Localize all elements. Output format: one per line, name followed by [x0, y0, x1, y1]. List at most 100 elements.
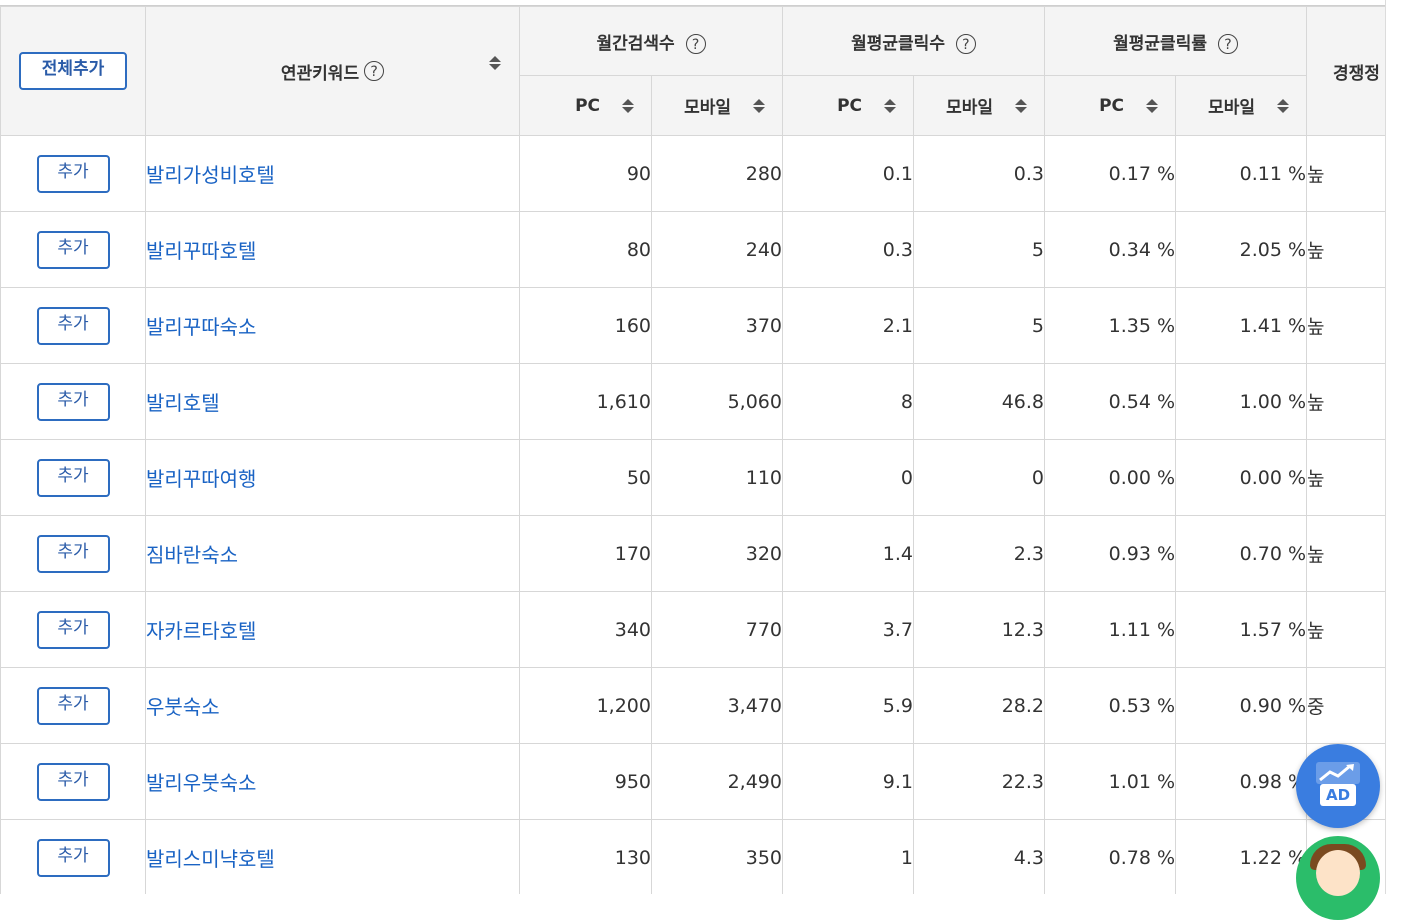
monthly-search-header: 월간검색수 ? [519, 6, 783, 76]
keyword-cell: 발리우붓숙소 [145, 743, 520, 820]
add-keyword-button[interactable]: 추가 [36, 686, 110, 725]
search-pc-cell: 340 [519, 591, 652, 668]
ctr-mobile-cell: 0.98 % [1175, 743, 1308, 820]
keyword-link[interactable]: 발리꾸따숙소 [146, 315, 256, 339]
sort-icon[interactable] [622, 97, 634, 115]
search-mobile-cell: 350 [651, 819, 783, 894]
add-keyword-button[interactable]: 추가 [36, 382, 110, 421]
click-mobile-cell: 0 [912, 439, 1046, 516]
add-keyword-button[interactable]: 추가 [36, 762, 110, 801]
add-cell: 추가 [0, 515, 146, 592]
keyword-link[interactable]: 짐바란숙소 [146, 543, 238, 567]
keyword-table-container: 전체추가 연관키워드 ? 월간검색수 ? 월평균클릭수 ? 월평균클릭률 ? 경… [0, 0, 1385, 894]
add-cell: 추가 [0, 439, 146, 516]
table-row: 추가 자카르타호텔 340 770 3.7 12.3 1.11 % 1.57 % 높 [0, 591, 1385, 668]
click-mobile-cell: 46.8 [912, 363, 1046, 440]
add-keyword-button[interactable]: 추가 [36, 534, 110, 573]
ctr-pc-header[interactable]: PC [1044, 75, 1177, 136]
click-pc-cell: 9.1 [782, 743, 914, 820]
table-row: 추가발리스미냑호텔13035014.30.78 %1.22 %높 [0, 819, 1385, 894]
add-cell: 추가 [0, 211, 146, 288]
keyword-header-label: 연관키워드 [280, 63, 360, 84]
add-cell: 추가 [0, 819, 146, 894]
keyword-link[interactable]: 자카르타호텔 [146, 619, 256, 643]
ctr-mobile-label: 모바일 [1208, 98, 1256, 118]
ctr-mobile-header[interactable]: 모바일 [1175, 75, 1308, 136]
add-keyword-button[interactable]: 추가 [36, 838, 110, 877]
monthly-click-help-icon[interactable]: ? [955, 33, 976, 54]
keyword-link[interactable]: 우붓숙소 [146, 695, 220, 719]
click-mobile-header[interactable]: 모바일 [912, 75, 1046, 136]
search-mobile-cell: 5,060 [651, 363, 783, 440]
vertical-scrollbar[interactable] [1385, 0, 1404, 894]
add-keyword-button[interactable]: 추가 [36, 230, 110, 269]
search-mobile-cell: 320 [651, 515, 783, 592]
customer-support-button[interactable] [1296, 836, 1380, 920]
ctr-pc-cell: 1.01 % [1044, 743, 1177, 820]
table-row: 추가 발리꾸따숙소 160 370 2.1 5 1.35 % 1.41 % 높 [0, 287, 1385, 364]
ctr-mobile-cell: 0.90 % [1175, 667, 1308, 744]
keyword-link[interactable]: 발리가성비호텔 [146, 163, 275, 187]
ctr-mobile-cell: 0.00 % [1175, 439, 1308, 516]
search-mobile-header[interactable]: 모바일 [651, 75, 783, 136]
table-row: 추가 발리가성비호텔 90 280 0.1 0.3 0.17 % 0.11 % 높 [0, 135, 1385, 212]
add-keyword-button[interactable]: 추가 [36, 610, 110, 649]
keyword-rows: 추가 발리가성비호텔 90 280 0.1 0.3 0.17 % 0.11 % 높 추가 발리꾸따호… [0, 135, 1385, 894]
competition-cell: 중 [1306, 667, 1385, 744]
search-pc-header[interactable]: PC [519, 75, 652, 136]
sort-icon[interactable] [1146, 97, 1159, 115]
table-row: 추가발리우붓숙소9502,4909.122.31.01 %0.98 %높 [0, 743, 1385, 820]
competition-cell: 높 [1306, 439, 1385, 516]
keyword-cell: 우붓숙소 [145, 667, 520, 744]
sort-icon[interactable] [1277, 97, 1290, 115]
search-pc-cell: 1,200 [519, 667, 652, 744]
search-mobile-cell: 240 [651, 211, 783, 288]
search-pc-label: PC [575, 95, 600, 116]
keyword-link[interactable]: 발리스미냑호텔 [146, 847, 275, 871]
add-cell: 추가 [0, 135, 146, 212]
keyword-link[interactable]: 발리꾸따호텔 [146, 239, 256, 263]
add-cell: 추가 [0, 363, 146, 440]
sort-icon[interactable] [1015, 97, 1028, 115]
click-pc-cell: 2.1 [782, 287, 914, 364]
add-keyword-button[interactable]: 추가 [36, 154, 110, 193]
keyword-link[interactable]: 발리우붓숙소 [146, 771, 256, 795]
competition-cell: 높 [1306, 363, 1385, 440]
ctr-mobile-cell: 0.70 % [1175, 515, 1308, 592]
ctr-mobile-cell: 2.05 % [1175, 211, 1308, 288]
table-row: 추가 짐바란숙소 170 320 1.4 2.3 0.93 % 0.70 % 높 [0, 515, 1385, 592]
click-pc-cell: 8 [782, 363, 914, 440]
click-mobile-cell: 4.3 [912, 819, 1046, 894]
trend-chart-icon [1316, 762, 1360, 784]
sort-icon[interactable] [884, 97, 896, 115]
keyword-link[interactable]: 발리호텔 [146, 391, 220, 415]
keyword-sort-icon[interactable] [489, 54, 501, 72]
sort-icon[interactable] [753, 97, 765, 115]
ctr-pc-label: PC [1099, 95, 1125, 116]
click-pc-cell: 0.3 [782, 211, 914, 288]
competition-header[interactable]: 경쟁정 [1306, 6, 1385, 136]
add-keyword-button[interactable]: 추가 [36, 306, 110, 345]
add-keyword-button[interactable]: 추가 [36, 458, 110, 497]
add-all-button[interactable]: 전체추가 [19, 52, 127, 90]
click-pc-label: PC [837, 95, 862, 116]
monthly-search-help-icon[interactable]: ? [685, 33, 706, 54]
ctr-pc-cell: 0.34 % [1044, 211, 1177, 288]
ctr-pc-cell: 1.11 % [1044, 591, 1177, 668]
keyword-cell: 발리호텔 [145, 363, 520, 440]
add-all-header: 전체추가 [0, 6, 146, 136]
ad-floating-button[interactable]: AD [1296, 744, 1380, 828]
search-pc-cell: 80 [519, 211, 652, 288]
ad-label: AD [1320, 784, 1356, 806]
search-mobile-label: 모바일 [684, 98, 731, 118]
ctr-mobile-cell: 1.41 % [1175, 287, 1308, 364]
monthly-click-header: 월평균클릭수 ? [781, 6, 1046, 76]
table-row: 추가 발리꾸따호텔 80 240 0.3 5 0.34 % 2.05 % 높 [0, 211, 1385, 288]
keyword-help-icon[interactable]: ? [364, 61, 385, 81]
click-pc-cell: 1.4 [782, 515, 914, 592]
monthly-ctr-help-icon[interactable]: ? [1217, 33, 1238, 54]
click-pc-header[interactable]: PC [782, 75, 914, 136]
ctr-pc-cell: 1.35 % [1044, 287, 1177, 364]
keyword-link[interactable]: 발리꾸따여행 [146, 467, 256, 491]
keyword-header[interactable]: 연관키워드 ? [145, 6, 520, 136]
